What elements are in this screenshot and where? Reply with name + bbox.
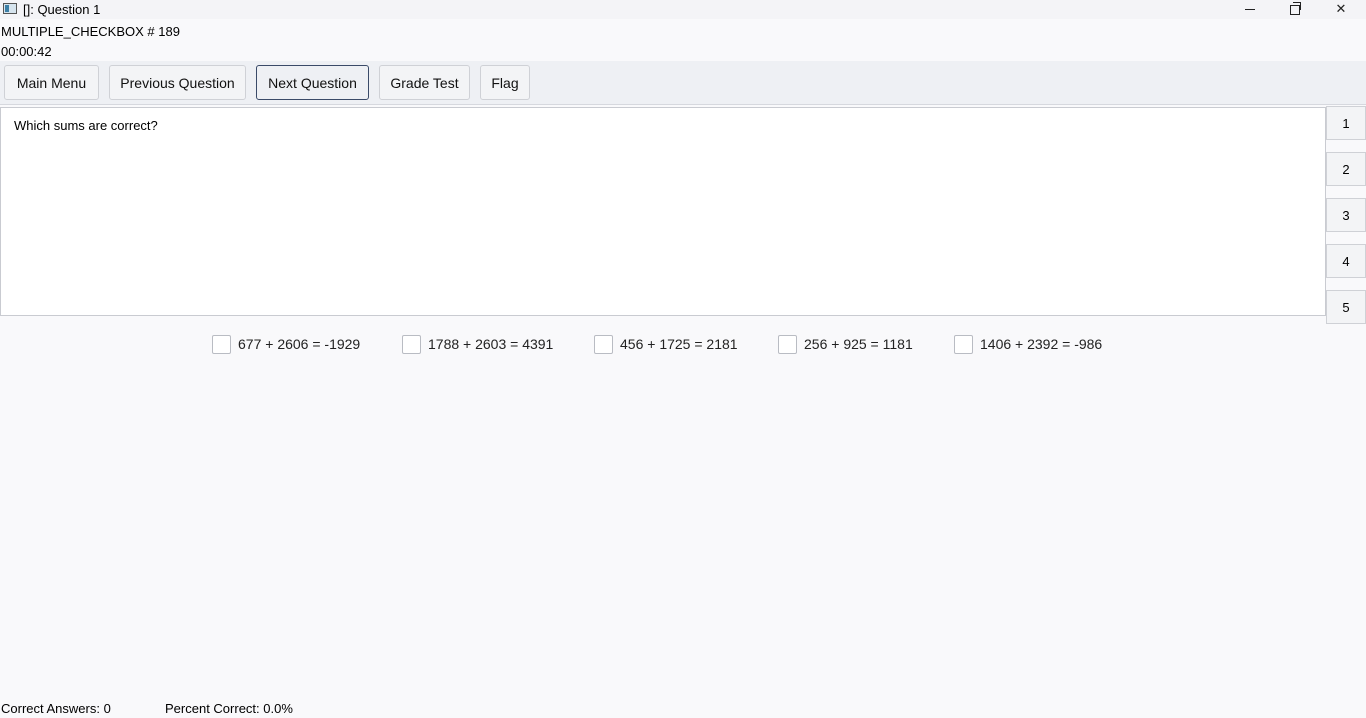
answer-checkbox-4[interactable] bbox=[778, 334, 797, 354]
correct-answers-status: Correct Answers: 0 bbox=[1, 701, 111, 716]
answer-label-4: 256 + 925 = 1181 bbox=[804, 336, 913, 352]
answer-checkbox-3[interactable] bbox=[594, 334, 613, 354]
question-nav-1[interactable]: 1 bbox=[1326, 106, 1366, 140]
flag-button[interactable]: Flag bbox=[480, 65, 530, 100]
answer-checkbox-5[interactable] bbox=[954, 334, 973, 354]
close-icon: ✕ bbox=[1335, 1, 1347, 16]
percent-correct-status: Percent Correct: 0.0% bbox=[165, 701, 293, 716]
answer-label-3: 456 + 1725 = 2181 bbox=[620, 336, 738, 352]
answer-label-5: 1406 + 2392 = -986 bbox=[980, 336, 1103, 352]
next-question-button[interactable]: Next Question bbox=[256, 65, 369, 100]
question-nav-4[interactable]: 4 bbox=[1326, 244, 1366, 278]
question-text: Which sums are correct? bbox=[14, 118, 158, 133]
main-menu-button[interactable]: Main Menu bbox=[4, 65, 99, 100]
question-nav-5[interactable]: 5 bbox=[1326, 290, 1366, 324]
answer-options: 677 + 2606 = -1929 1788 + 2603 = 4391 45… bbox=[0, 334, 1326, 354]
minimize-button[interactable] bbox=[1227, 0, 1273, 19]
answer-label-1: 677 + 2606 = -1929 bbox=[238, 336, 361, 352]
close-button[interactable]: ✕ bbox=[1318, 0, 1364, 19]
previous-question-button[interactable]: Previous Question bbox=[109, 65, 246, 100]
question-nav-3[interactable]: 3 bbox=[1326, 198, 1366, 232]
answer-option-5[interactable]: 1406 + 2392 = -986 bbox=[954, 334, 1102, 354]
answer-checkbox-2[interactable] bbox=[402, 334, 421, 354]
question-panel: Which sums are correct? bbox=[0, 107, 1326, 316]
question-nav-2[interactable]: 2 bbox=[1326, 152, 1366, 186]
grade-test-button[interactable]: Grade Test bbox=[379, 65, 470, 100]
restore-button[interactable] bbox=[1272, 0, 1318, 19]
answer-option-1[interactable]: 677 + 2606 = -1929 bbox=[212, 334, 360, 354]
answer-checkbox-1[interactable] bbox=[212, 334, 231, 354]
app-icon bbox=[3, 3, 17, 14]
minimize-icon bbox=[1245, 9, 1255, 11]
answer-option-2[interactable]: 1788 + 2603 = 4391 bbox=[402, 334, 553, 354]
restore-icon bbox=[1290, 1, 1301, 15]
answer-option-3[interactable]: 456 + 1725 = 2181 bbox=[594, 334, 738, 354]
answer-label-2: 1788 + 2603 = 4391 bbox=[428, 336, 554, 352]
timer: 00:00:42 bbox=[1, 44, 52, 59]
answer-option-4[interactable]: 256 + 925 = 1181 bbox=[778, 334, 913, 354]
window-title: []: Question 1 bbox=[23, 2, 101, 17]
title-bar: []: Question 1 ✕ bbox=[0, 0, 1366, 19]
toolbar: Main Menu Previous Question Next Questio… bbox=[0, 61, 1366, 105]
question-type-label: MULTIPLE_CHECKBOX # 189 bbox=[1, 24, 180, 39]
